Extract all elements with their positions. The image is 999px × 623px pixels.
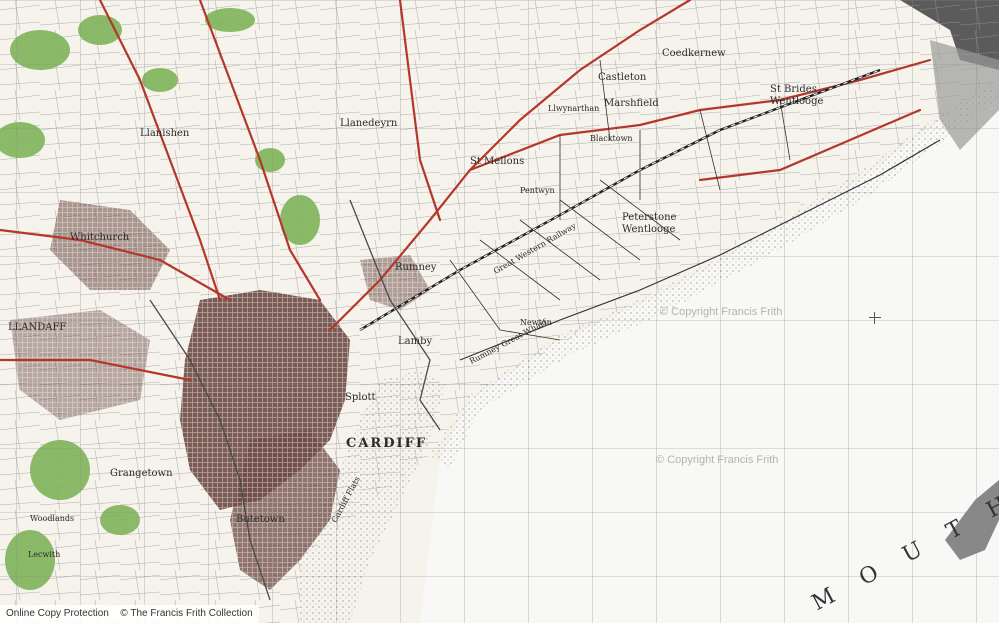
label-lecwith: Lecwith bbox=[28, 550, 61, 559]
label-rumney: Rumney bbox=[395, 262, 437, 273]
label-st-mellons: St Mellons bbox=[470, 156, 525, 167]
label-marshfield: Marshfield bbox=[604, 98, 659, 109]
label-llanedeyrn: Llanedeyrn bbox=[340, 118, 398, 129]
label-pentwyn: Pentwyn bbox=[520, 186, 555, 195]
label-wentlooge: Wentlooge bbox=[770, 96, 824, 107]
watermark-1: © Copyright Francis Frith bbox=[660, 306, 783, 318]
label-lamby: Lamby bbox=[398, 336, 433, 347]
label-peterstone-wentlooge: Wentlooge bbox=[622, 224, 676, 235]
crosshair-icon bbox=[869, 312, 881, 324]
label-llwynarthan: Llwynarthan bbox=[548, 104, 600, 113]
copyright-footer: Online Copy Protection © The Francis Fri… bbox=[0, 605, 259, 623]
label-butetown: Butetown bbox=[236, 514, 285, 525]
map-artwork bbox=[0, 0, 999, 623]
label-whitchurch: Whitchurch bbox=[70, 232, 130, 243]
label-llandaff: LLANDAFF bbox=[8, 322, 67, 333]
footer-copyright-text: © The Francis Frith Collection bbox=[120, 608, 253, 619]
label-llanishen: Llanishen bbox=[140, 128, 190, 139]
historic-map[interactable]: Castleton Coedkernew Marshfield St Bride… bbox=[0, 0, 999, 623]
label-st-brides: St Brides bbox=[770, 84, 817, 95]
label-castleton: Castleton bbox=[598, 72, 647, 83]
label-grangetown: Grangetown bbox=[110, 468, 173, 479]
label-splott: Splott bbox=[345, 392, 376, 403]
label-coedkernew: Coedkernew bbox=[662, 48, 726, 59]
label-peterstone: Peterstone bbox=[622, 212, 677, 223]
footer-protection-text: Online Copy Protection bbox=[6, 608, 109, 619]
label-blacktown: Blacktown bbox=[590, 134, 633, 143]
watermark-2: © Copyright Francis Frith bbox=[656, 454, 779, 466]
label-cardiff: CARDIFF bbox=[346, 436, 428, 451]
label-woodlands: Woodlands bbox=[30, 514, 75, 523]
